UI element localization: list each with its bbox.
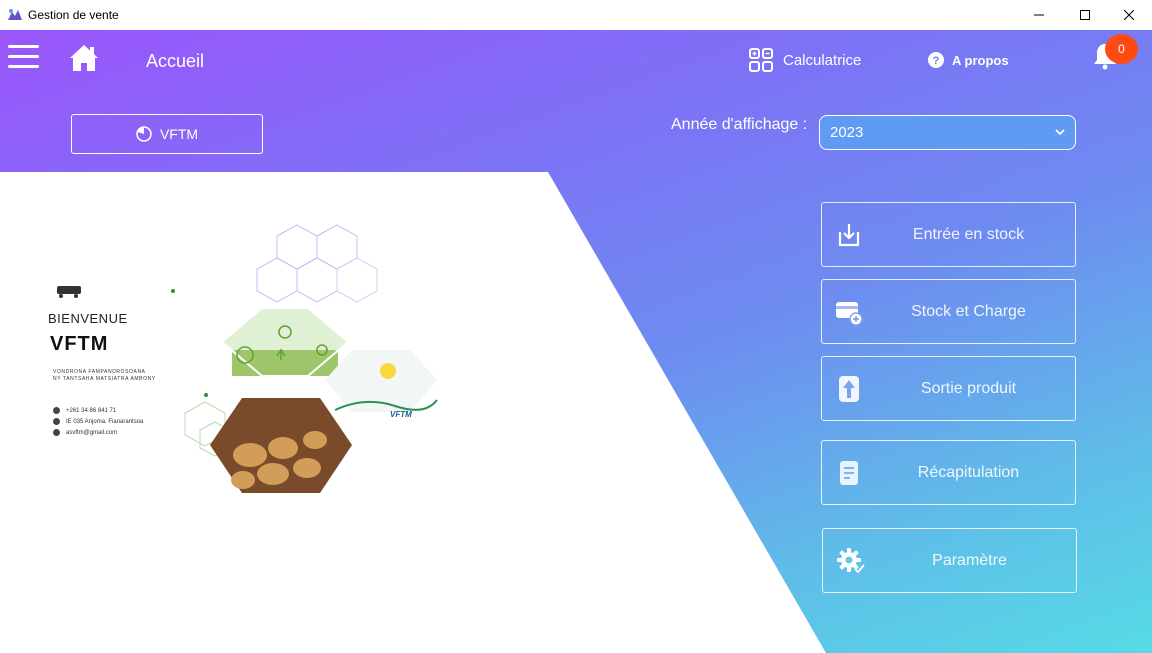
maximize-button[interactable] bbox=[1062, 0, 1108, 30]
menu-button[interactable] bbox=[8, 45, 39, 69]
poster-tagline-line1: VONDRONA FAMPANDROSOANA bbox=[53, 369, 146, 375]
notification-badge: 0 bbox=[1105, 34, 1138, 64]
poster-logo-text: VFTM bbox=[390, 410, 412, 419]
close-icon bbox=[1124, 10, 1134, 20]
gear-icon bbox=[837, 547, 865, 573]
home-icon[interactable] bbox=[68, 43, 100, 73]
app-icon bbox=[8, 9, 22, 20]
poster-address-text: IE 035 Anjoma. Fianarantsoa bbox=[66, 418, 144, 425]
company-button[interactable]: VFTM bbox=[71, 114, 263, 154]
clock-icon bbox=[136, 126, 152, 142]
year-select[interactable]: 2023 bbox=[819, 115, 1076, 150]
poster-phone-text: +261 34 86 841 71 bbox=[66, 407, 117, 414]
minimize-icon bbox=[1034, 14, 1044, 16]
close-button[interactable] bbox=[1106, 0, 1152, 30]
poster-welcome: BIENVENUE bbox=[48, 311, 128, 326]
location-icon bbox=[53, 418, 60, 425]
phone-icon bbox=[53, 407, 60, 414]
title-bar: Gestion de vente bbox=[0, 0, 1152, 30]
arrow-up-icon bbox=[839, 375, 859, 402]
poster-email: asvftm@gmail.com bbox=[53, 429, 117, 436]
company-button-label: VFTM bbox=[159, 126, 199, 142]
email-icon bbox=[53, 429, 60, 436]
about-label: A propos bbox=[952, 52, 1009, 68]
page-title: Accueil bbox=[146, 51, 205, 71]
poster-address: IE 035 Anjoma. Fianarantsoa bbox=[53, 418, 143, 425]
year-value: 2023 bbox=[830, 124, 864, 141]
stock-charge-label: Stock et Charge bbox=[911, 302, 1026, 320]
year-label: Année d'affichage : bbox=[671, 116, 808, 133]
svg-text:?: ? bbox=[933, 55, 940, 67]
poster-phone: +261 34 86 841 71 bbox=[53, 407, 116, 414]
about-button[interactable]: ? A propos bbox=[928, 50, 1009, 70]
stock-charge-button[interactable]: Stock et Charge bbox=[821, 279, 1076, 344]
document-icon bbox=[840, 460, 858, 485]
calculator-label: Calculatrice bbox=[783, 51, 862, 69]
calculator-button[interactable]: Calculatrice bbox=[749, 47, 861, 73]
product-exit-label: Sortie produit bbox=[920, 379, 1017, 397]
summary-label: Récapitulation bbox=[917, 463, 1020, 481]
poster-tagline-line2: NY TANTSAHA MATSIATRA AMBONY bbox=[53, 376, 156, 382]
window-title: Gestion de vente bbox=[28, 8, 119, 22]
minimize-button[interactable] bbox=[1016, 0, 1062, 30]
poster-email-text: asvftm@gmail.com bbox=[66, 429, 118, 436]
calculator-icon bbox=[749, 48, 773, 72]
help-icon: ? bbox=[928, 52, 944, 68]
product-exit-button[interactable]: Sortie produit bbox=[821, 356, 1076, 421]
poster-brand: VFTM bbox=[50, 333, 109, 355]
maximize-icon bbox=[1080, 10, 1090, 20]
download-icon bbox=[838, 223, 860, 246]
settings-button[interactable]: Paramètre bbox=[822, 528, 1077, 593]
settings-label: Paramètre bbox=[932, 551, 1007, 569]
stock-entry-label: Entrée en stock bbox=[912, 225, 1025, 243]
chevron-down-icon bbox=[1055, 129, 1065, 136]
summary-button[interactable]: Récapitulation bbox=[821, 440, 1076, 505]
card-add-icon bbox=[836, 301, 863, 326]
stock-entry-button[interactable]: Entrée en stock bbox=[821, 202, 1076, 267]
